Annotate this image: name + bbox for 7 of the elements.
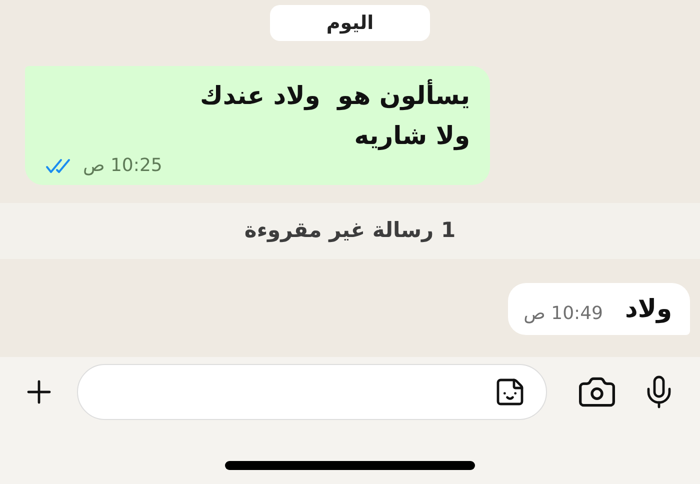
message-time: 10:25 ص	[83, 154, 162, 178]
sticker-icon[interactable]	[494, 376, 526, 408]
message-text: يسألون هو ولاد عندك ولا شاريه	[198, 78, 470, 152]
message-text: ولاد	[625, 293, 672, 326]
message-time: 10:49 ص	[524, 302, 603, 326]
unread-count-text: 1 رسالة غير مقروءة	[244, 217, 456, 244]
date-label: اليوم	[270, 5, 430, 41]
